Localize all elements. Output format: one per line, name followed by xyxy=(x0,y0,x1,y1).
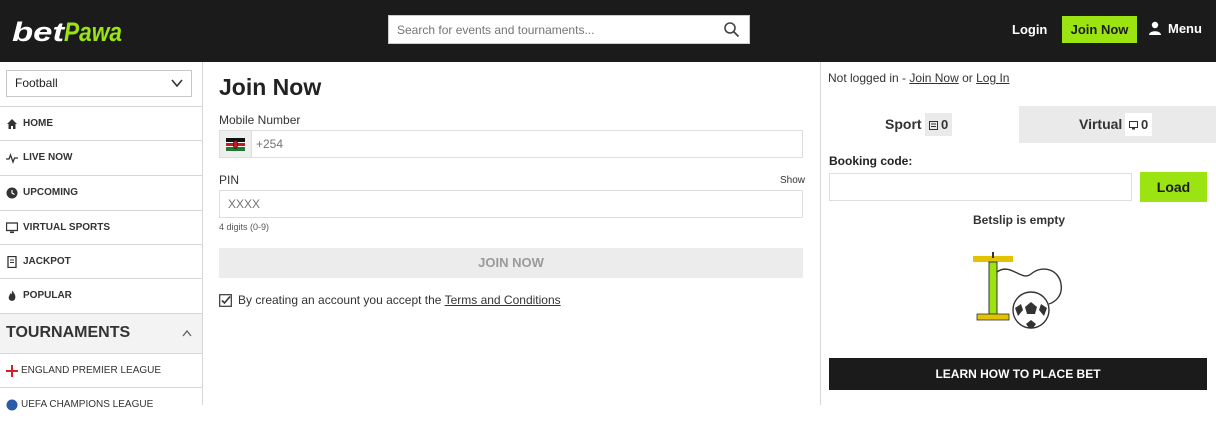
country-selector[interactable] xyxy=(220,131,252,157)
tournament-uefa-champions-league[interactable]: UEFA Champions League xyxy=(0,387,202,421)
kenya-flag-icon xyxy=(226,138,245,151)
sport-count: 0 xyxy=(941,117,949,132)
login-status-text: Not logged in - xyxy=(828,71,910,85)
mobile-number-input[interactable] xyxy=(256,131,796,157)
sidebar-item-label: Jackpot xyxy=(23,256,71,267)
flame-icon xyxy=(8,290,16,301)
chevron-up-icon xyxy=(182,329,192,337)
pin-label: PIN xyxy=(219,173,240,187)
tab-sport-label: Sport xyxy=(885,116,922,132)
sidebar-item-label: Live Now xyxy=(23,152,73,163)
uefa-icon xyxy=(6,399,18,411)
search-icon[interactable] xyxy=(723,21,741,39)
top-bar: bet Pawa Login Join Now Menu xyxy=(0,0,1216,62)
sidebar-item-label: Upcoming xyxy=(23,187,78,198)
tab-virtual-label: Virtual xyxy=(1079,116,1123,132)
mobile-number-label: Mobile Number xyxy=(219,113,301,127)
page-title: Join Now xyxy=(219,74,322,100)
tournament-label: England Premier League xyxy=(21,365,162,376)
sidebar-item-home[interactable]: Home xyxy=(0,106,202,140)
terms-row: By creating an account you accept the Te… xyxy=(219,292,561,308)
user-icon xyxy=(1149,21,1161,35)
ticket-icon xyxy=(7,256,17,268)
checkbox-icon[interactable] xyxy=(219,294,232,307)
menu-button[interactable]: Menu xyxy=(1148,18,1202,40)
virtual-count-badge: 0 xyxy=(1125,113,1153,136)
svg-text:bet: bet xyxy=(12,17,65,47)
england-flag-icon xyxy=(6,365,18,377)
sidebar-item-label: Popular xyxy=(23,290,72,301)
sidebar-item-label: Virtual Sports xyxy=(23,222,111,233)
show-pin-toggle[interactable]: Show xyxy=(780,175,805,186)
sport-select-value: Football xyxy=(15,76,58,90)
learn-how-to-place-bet-button[interactable]: Learn how to place bet xyxy=(829,358,1207,390)
betslip-tabs: Sport 0 Virtual 0 xyxy=(821,106,1216,143)
join-now-submit-button[interactable]: Join Now xyxy=(219,248,803,278)
sidebar-item-label: Home xyxy=(23,118,53,129)
sport-count-badge: 0 xyxy=(925,113,953,136)
svg-text:Pawa: Pawa xyxy=(64,17,122,47)
chevron-down-icon xyxy=(171,79,183,88)
load-button[interactable]: Load xyxy=(1140,172,1207,202)
terms-text: By creating an account you accept the xyxy=(238,293,445,307)
sidebar-item-live-now[interactable]: Live Now xyxy=(0,140,202,174)
search-box[interactable] xyxy=(388,15,750,44)
pin-field[interactable] xyxy=(219,190,803,218)
pin-input[interactable] xyxy=(220,191,790,217)
sidebar-item-jackpot[interactable]: Jackpot xyxy=(0,244,202,278)
booking-code-input[interactable] xyxy=(830,174,1130,200)
login-status: Not logged in - Join Now or Log In xyxy=(828,71,1009,85)
tournament-england-premier-league[interactable]: England Premier League xyxy=(0,353,202,387)
sidebar-item-popular[interactable]: Popular xyxy=(0,278,202,312)
login-link[interactable]: Login xyxy=(1012,20,1047,40)
mobile-number-field[interactable] xyxy=(219,130,803,158)
or-text: or xyxy=(958,71,977,85)
booking-code-label: Booking code: xyxy=(829,154,913,168)
pulse-icon xyxy=(6,153,18,164)
search-input[interactable] xyxy=(389,16,709,43)
pin-hint: 4 digits (0-9) xyxy=(219,222,270,232)
betpawa-logo[interactable]: bet Pawa xyxy=(12,14,124,48)
sidebar-item-upcoming[interactable]: Upcoming xyxy=(0,175,202,209)
join-now-button[interactable]: Join Now xyxy=(1062,16,1137,43)
join-form: Join Now Mobile Number PIN Show 4 digits… xyxy=(204,62,819,405)
tournaments-heading-label: Tournaments xyxy=(6,324,131,341)
tournaments-heading[interactable]: Tournaments xyxy=(0,313,202,353)
pump-and-ball-illustration xyxy=(973,252,1063,329)
tab-virtual[interactable]: Virtual 0 xyxy=(1019,106,1216,143)
betslip-join-link[interactable]: Join Now xyxy=(909,71,958,85)
virtual-count: 0 xyxy=(1141,117,1149,132)
betslip-empty-text: Betslip is empty xyxy=(972,213,1066,227)
sport-select[interactable]: Football xyxy=(6,70,192,97)
monitor-icon xyxy=(6,222,18,234)
clock-icon xyxy=(6,187,18,199)
tab-sport[interactable]: Sport 0 xyxy=(821,106,1019,143)
betslip-login-link[interactable]: Log In xyxy=(976,71,1009,85)
terms-link[interactable]: Terms and Conditions xyxy=(445,293,561,307)
betslip-panel: Not logged in - Join Now or Log In Sport… xyxy=(820,62,1216,405)
menu-label: Menu xyxy=(1168,21,1202,36)
home-icon xyxy=(7,119,17,129)
booking-code-field[interactable] xyxy=(829,173,1132,201)
slip-icon xyxy=(929,121,938,130)
monitor-icon xyxy=(1129,121,1138,130)
sidebar: Football Home Live Now Upcoming Virtual … xyxy=(0,62,203,411)
sidebar-item-virtual-sports[interactable]: Virtual Sports xyxy=(0,210,202,244)
